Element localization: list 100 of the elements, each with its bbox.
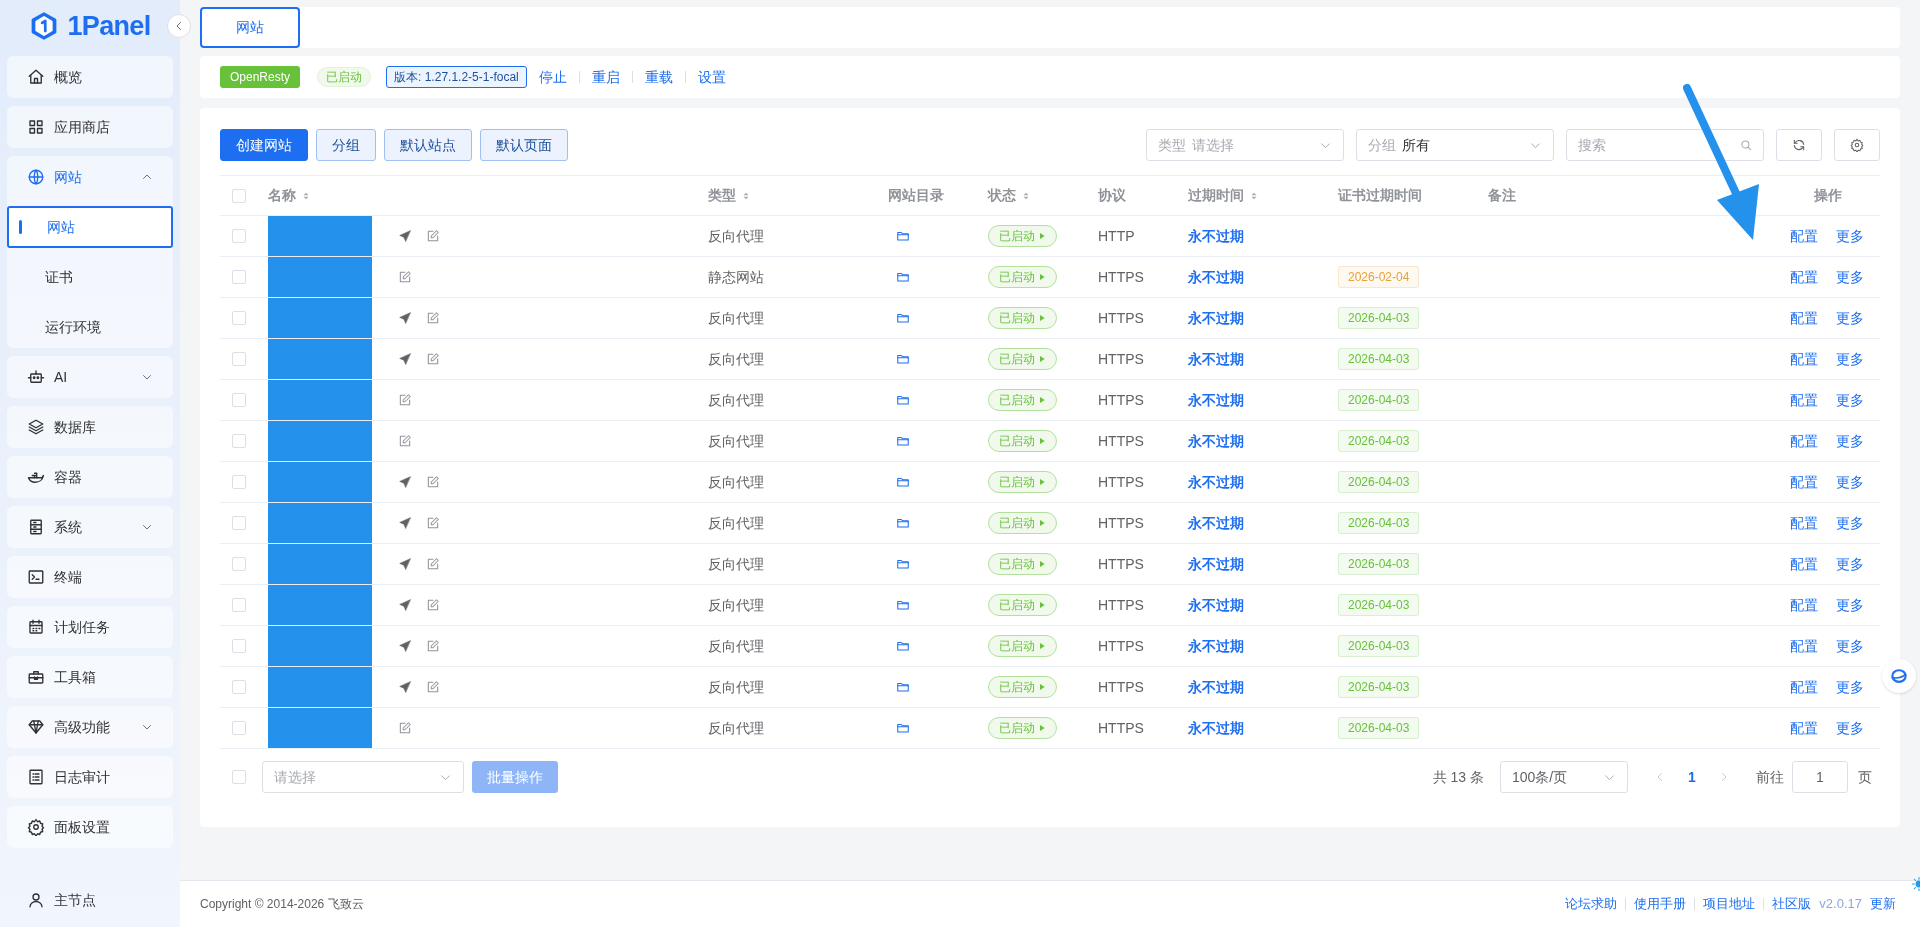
- footer-link[interactable]: 项目地址: [1703, 894, 1756, 914]
- expiry-link[interactable]: 永不过期: [1188, 307, 1244, 329]
- checkbox[interactable]: [232, 188, 246, 203]
- folder-button[interactable]: [896, 311, 910, 325]
- action-link[interactable]: 更多: [1836, 266, 1864, 288]
- folder-button[interactable]: [896, 434, 910, 448]
- page-button[interactable]: 1: [1676, 761, 1708, 793]
- action-link[interactable]: 配置: [1790, 717, 1818, 739]
- action-link[interactable]: 重载: [641, 66, 676, 88]
- action-link[interactable]: 更多: [1836, 553, 1864, 575]
- action-link[interactable]: 更多: [1836, 389, 1864, 411]
- sidebar-subitem[interactable]: 运行环境: [7, 306, 173, 348]
- sidebar-item[interactable]: 网站: [7, 156, 173, 198]
- sidebar-item[interactable]: 日志审计: [7, 756, 173, 798]
- action-link[interactable]: 更多: [1836, 594, 1864, 616]
- expiry-link[interactable]: 永不过期: [1188, 266, 1244, 288]
- folder-button[interactable]: [896, 557, 910, 571]
- expiry-link[interactable]: 永不过期: [1188, 389, 1244, 411]
- expiry-link[interactable]: 永不过期: [1188, 553, 1244, 575]
- toolbar-button[interactable]: 分组: [316, 129, 376, 161]
- settings-button[interactable]: [1834, 129, 1880, 161]
- action-link[interactable]: 更多: [1836, 225, 1864, 247]
- action-link[interactable]: 配置: [1790, 594, 1818, 616]
- folder-button[interactable]: [896, 639, 910, 653]
- tab[interactable]: 网站: [200, 7, 300, 48]
- collapse-button[interactable]: [167, 14, 191, 38]
- expiry-link[interactable]: 永不过期: [1188, 471, 1244, 493]
- checkbox[interactable]: [232, 721, 246, 735]
- column-header[interactable]: 名称: [268, 185, 296, 206]
- sidebar-item[interactable]: 计划任务: [7, 606, 173, 648]
- search-field[interactable]: 搜索: [1566, 129, 1764, 161]
- sidebar-item[interactable]: 数据库: [7, 406, 173, 448]
- column-header[interactable]: 过期时间: [1188, 185, 1244, 206]
- action-link[interactable]: 重启: [588, 66, 623, 88]
- folder-button[interactable]: [896, 680, 910, 694]
- checkbox[interactable]: [232, 270, 246, 284]
- checkbox[interactable]: [232, 352, 246, 366]
- node-button[interactable]: 主节点: [7, 879, 173, 921]
- footer-link[interactable]: 论坛求助: [1565, 894, 1618, 914]
- action-link[interactable]: 更多: [1836, 635, 1864, 657]
- action-link[interactable]: 更多: [1836, 430, 1864, 452]
- sidebar-item[interactable]: 终端: [7, 556, 173, 598]
- sidebar-item[interactable]: 高级功能: [7, 706, 173, 748]
- sidebar-item[interactable]: AI: [7, 356, 173, 398]
- expiry-link[interactable]: 永不过期: [1188, 676, 1244, 698]
- folder-button[interactable]: [896, 598, 910, 612]
- expiry-link[interactable]: 永不过期: [1188, 225, 1244, 247]
- folder-button[interactable]: [896, 352, 910, 366]
- toolbar-button[interactable]: 创建网站: [220, 129, 308, 161]
- expiry-link[interactable]: 永不过期: [1188, 430, 1244, 452]
- sidebar-item[interactable]: 概览: [7, 56, 173, 98]
- filter-select[interactable]: 分组 所有: [1356, 129, 1554, 161]
- folder-button[interactable]: [896, 393, 910, 407]
- action-link[interactable]: 配置: [1790, 225, 1818, 247]
- page-size-select[interactable]: 100条/页: [1500, 761, 1628, 793]
- action-link[interactable]: 更多: [1836, 348, 1864, 370]
- action-link[interactable]: 配置: [1790, 471, 1818, 493]
- checkbox[interactable]: [232, 475, 246, 489]
- update-link[interactable]: 更新: [1870, 894, 1896, 914]
- action-link[interactable]: 配置: [1790, 389, 1818, 411]
- folder-button[interactable]: [896, 229, 910, 243]
- action-link[interactable]: 设置: [694, 66, 729, 88]
- folder-button[interactable]: [896, 516, 910, 530]
- checkbox[interactable]: [232, 557, 246, 571]
- expiry-link[interactable]: 永不过期: [1188, 348, 1244, 370]
- action-link[interactable]: 停止: [535, 66, 570, 88]
- sidebar-item[interactable]: 系统: [7, 506, 173, 548]
- action-link[interactable]: 配置: [1790, 348, 1818, 370]
- toolbar-button[interactable]: 默认页面: [480, 129, 568, 161]
- checkbox[interactable]: [232, 229, 246, 243]
- checkbox[interactable]: [232, 311, 246, 325]
- action-link[interactable]: 配置: [1790, 307, 1818, 329]
- checkbox[interactable]: [232, 516, 246, 530]
- expiry-link[interactable]: 永不过期: [1188, 717, 1244, 739]
- checkbox[interactable]: [232, 639, 246, 653]
- expiry-link[interactable]: 永不过期: [1188, 594, 1244, 616]
- action-link[interactable]: 配置: [1790, 512, 1818, 534]
- action-link[interactable]: 配置: [1790, 266, 1818, 288]
- action-link[interactable]: 配置: [1790, 553, 1818, 575]
- floating-help-button[interactable]: [1882, 659, 1916, 693]
- checkbox[interactable]: [232, 680, 246, 694]
- expiry-link[interactable]: 永不过期: [1188, 635, 1244, 657]
- action-link[interactable]: 更多: [1836, 307, 1864, 329]
- column-header[interactable]: 类型: [708, 185, 736, 206]
- checkbox[interactable]: [232, 434, 246, 448]
- action-link[interactable]: 更多: [1836, 471, 1864, 493]
- footer-link[interactable]: 使用手册: [1634, 894, 1687, 914]
- sidebar-subitem[interactable]: 网站: [7, 206, 173, 248]
- page-input[interactable]: 1: [1792, 761, 1848, 793]
- folder-button[interactable]: [896, 270, 910, 284]
- sidebar-item[interactable]: 面板设置: [7, 806, 173, 848]
- sidebar-item[interactable]: 应用商店: [7, 106, 173, 148]
- action-link[interactable]: 配置: [1790, 635, 1818, 657]
- action-link[interactable]: 配置: [1790, 676, 1818, 698]
- action-link[interactable]: 配置: [1790, 430, 1818, 452]
- checkbox[interactable]: [232, 598, 246, 612]
- action-link[interactable]: 更多: [1836, 717, 1864, 739]
- toolbar-button[interactable]: 默认站点: [384, 129, 472, 161]
- sidebar-item[interactable]: 工具箱: [7, 656, 173, 698]
- folder-button[interactable]: [896, 721, 910, 735]
